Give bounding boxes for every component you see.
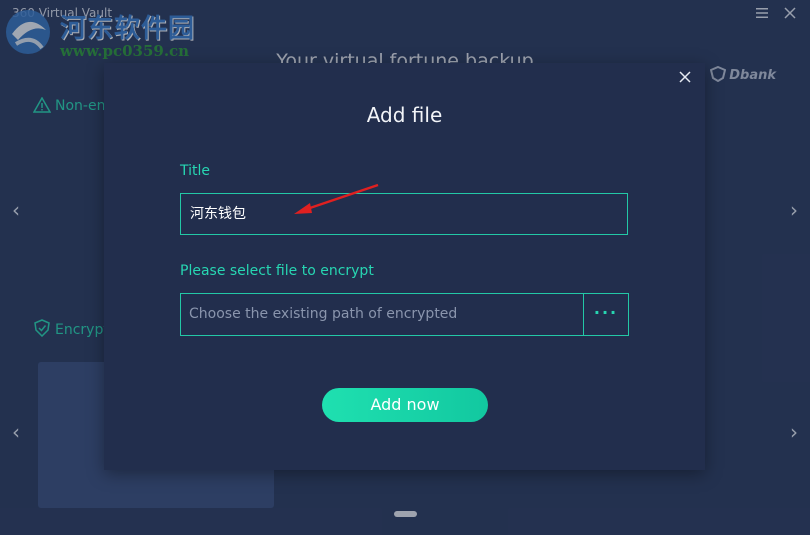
browse-button[interactable]: ··· — [583, 294, 628, 335]
file-path-placeholder: Choose the existing path of encrypted — [189, 306, 458, 322]
add-file-dialog: Add file Title 河东钱包 Please select file t… — [104, 63, 705, 470]
annotation-arrow-icon — [294, 183, 379, 214]
title-label: Title — [180, 163, 211, 179]
close-icon — [679, 71, 691, 83]
add-now-button[interactable]: Add now — [322, 388, 488, 422]
dialog-close-button[interactable] — [675, 68, 695, 88]
title-input[interactable]: 河东钱包 — [180, 193, 628, 235]
file-label: Please select file to encrypt — [180, 263, 374, 279]
dialog-title: Add file — [366, 103, 443, 127]
file-path-field[interactable]: Choose the existing path of encrypted ··… — [180, 293, 629, 336]
